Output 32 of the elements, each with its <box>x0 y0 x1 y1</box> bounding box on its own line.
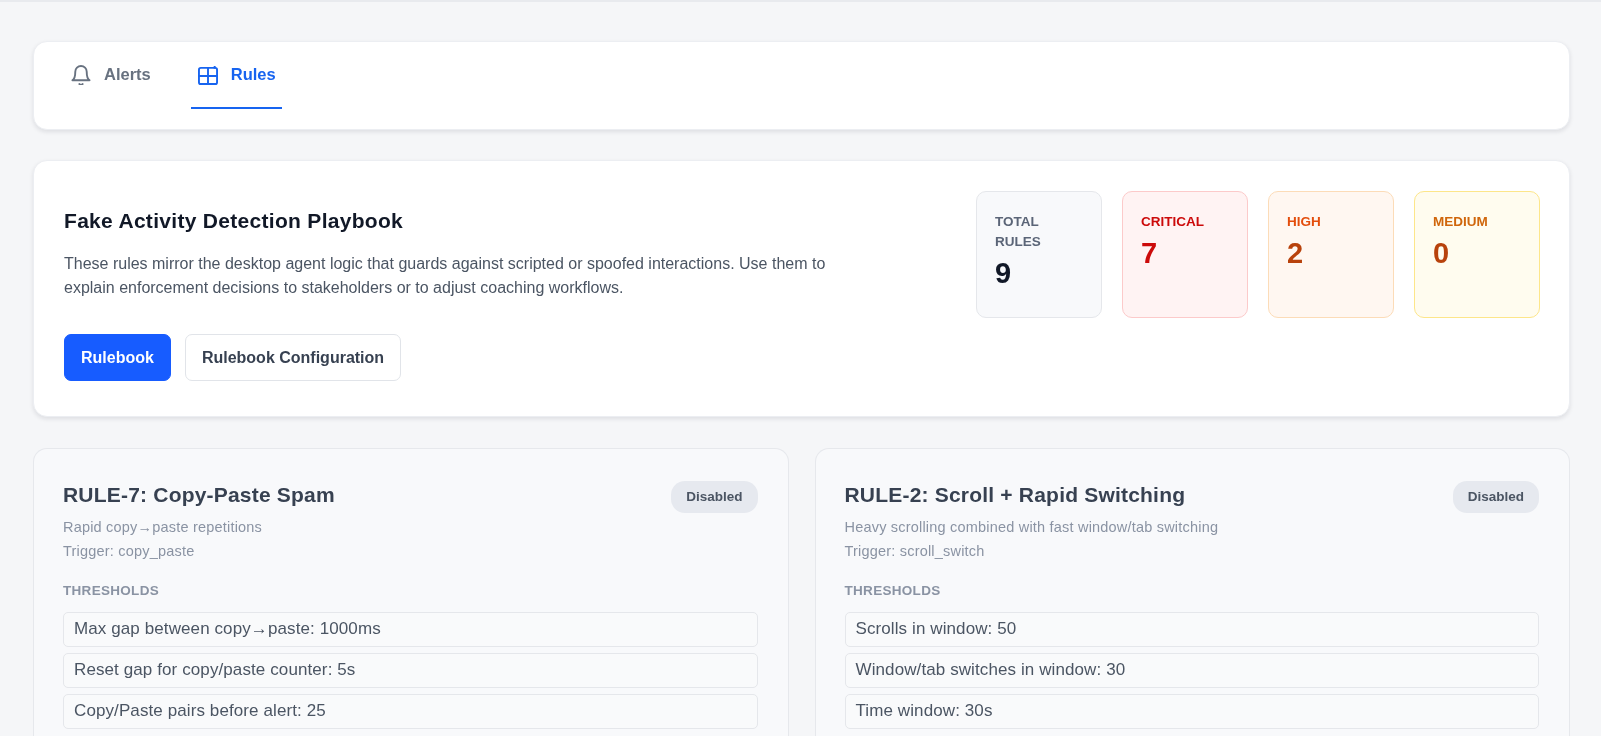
stat-value: 2 <box>1287 236 1305 270</box>
rule-trigger: Trigger: copy_paste <box>63 542 196 561</box>
rule-title: RULE-7: Copy-Paste Spam <box>63 482 335 508</box>
status-badge: Disabled <box>671 481 758 514</box>
stat-label: MEDIUM <box>1433 213 1489 231</box>
stat-label: HIGH <box>1287 213 1322 231</box>
status-badge: Disabled <box>1452 481 1539 514</box>
tab[interactable]: Rules <box>190 42 282 109</box>
stat-value: 9 <box>995 256 1013 290</box>
threshold-row: Window/tab switches in window: 30 <box>844 652 1539 688</box>
rule-description: Heavy scrolling combined with fast window/tab switching <box>844 518 1220 537</box>
bell-icon <box>71 64 91 85</box>
rule-description: Rapid copy→paste repetitions <box>63 518 264 537</box>
threshold-row: Time window: 30s <box>844 693 1539 729</box>
stat-value: 7 <box>1141 236 1159 270</box>
stat-value: 0 <box>1433 236 1451 270</box>
rule-title: RULE-2: Scroll + Rapid Switching <box>844 482 1186 508</box>
threshold-row: Max gap between copy→paste: 1000ms <box>63 611 758 647</box>
threshold-row: Copy/Paste pairs before alert: 25 <box>63 693 758 729</box>
playbook-title: Fake Activity Detection Playbook <box>64 208 405 234</box>
tab[interactable]: Alerts <box>64 42 157 109</box>
configuration-button[interactable]: Rulebook Configuration <box>184 334 402 382</box>
thresholds-heading: THRESHOLDS <box>63 582 160 601</box>
grid-icon <box>197 64 218 85</box>
stat-label: CRITICAL <box>1141 213 1205 231</box>
threshold-row: Reset gap for copy/paste counter: 5s <box>63 652 758 688</box>
playbook-description: These rules mirror the desktop agent logic that guards against scripted or spoofed interactions. Use them to explain enforcement decisions to stakeholders or to adjust coaching workflows. <box>64 254 827 299</box>
thresholds-heading: THRESHOLDS <box>844 582 942 601</box>
rulebook-button[interactable]: Rulebook <box>64 334 171 382</box>
stat-label: TOTAL RULES <box>995 213 1042 251</box>
threshold-row: Scrolls in window: 50 <box>844 611 1539 647</box>
rule-trigger: Trigger: scroll_switch <box>844 542 986 561</box>
